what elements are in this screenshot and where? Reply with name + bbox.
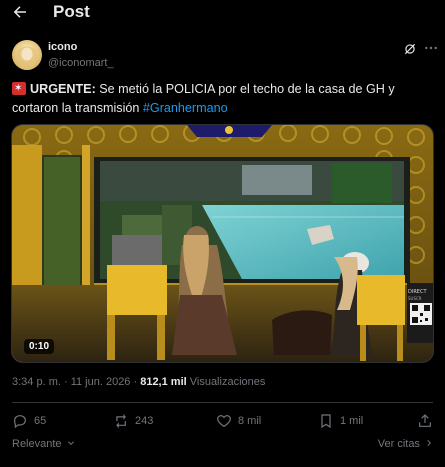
share-button[interactable] [417, 413, 433, 429]
chevron-down-icon [67, 438, 75, 450]
top-bar: Post [0, 0, 445, 24]
reply-button[interactable]: 65 [12, 413, 46, 429]
sort-dropdown[interactable]: Relevante [12, 438, 75, 450]
like-button[interactable]: 8 mil [216, 413, 261, 429]
avatar[interactable] [12, 40, 42, 70]
tweet-datetime[interactable]: 3:34 p. m. · 11 jun. 2026 · [12, 376, 140, 388]
repost-icon [116, 413, 126, 429]
bookmark-count: 1 mil [340, 415, 364, 427]
quotes-label: Ver citas [377, 438, 420, 450]
chevron-right-icon [425, 438, 433, 450]
video-overlay-label: DIRECT [408, 289, 427, 295]
video-overlay-sub: SUSCR [408, 296, 422, 301]
author-handle: @iconomart_ [48, 57, 114, 69]
back-arrow-icon[interactable] [10, 2, 30, 22]
share-icon [419, 414, 431, 427]
tweet-label: URGENTE: [30, 82, 96, 96]
video-duration-badge: 0:10 [24, 339, 55, 354]
like-count: 8 mil [238, 415, 262, 427]
bookmark-button[interactable]: 1 mil [318, 413, 363, 429]
siren-icon [12, 80, 26, 99]
bookmark-icon [321, 414, 331, 429]
tweet-text: URGENTE: Se metió la POLICIA por el tech… [12, 80, 432, 117]
reply-count: 65 [34, 415, 47, 427]
more-options-icon[interactable] [423, 40, 439, 56]
divider [12, 402, 433, 403]
action-bar: 65 243 8 mil 1 mil [12, 413, 433, 433]
heart-icon [217, 415, 231, 428]
grok-icon[interactable] [403, 42, 417, 56]
reply-icon [14, 415, 26, 429]
hashtag-link[interactable]: #Granhermano [143, 101, 228, 115]
video-player[interactable]: DIRECT SUSCR 0:10 [11, 124, 434, 363]
author-name[interactable]: icono [48, 41, 77, 53]
views-count: 812,1 mil [140, 376, 187, 388]
view-quotes-link[interactable]: Ver citas [378, 438, 433, 450]
tweet-meta: 3:34 p. m. · 11 jun. 2026 · 812,1 mil Vi… [12, 376, 265, 388]
author-row: icono @iconomart_ [12, 38, 439, 72]
replies-footer: Relevante Ver citas [12, 438, 433, 458]
sort-label: Relevante [12, 438, 62, 450]
repost-count: 243 [135, 415, 154, 427]
views-label: Visualizaciones [186, 376, 266, 388]
repost-button[interactable]: 243 [113, 413, 153, 429]
page-title: Post [53, 2, 90, 21]
